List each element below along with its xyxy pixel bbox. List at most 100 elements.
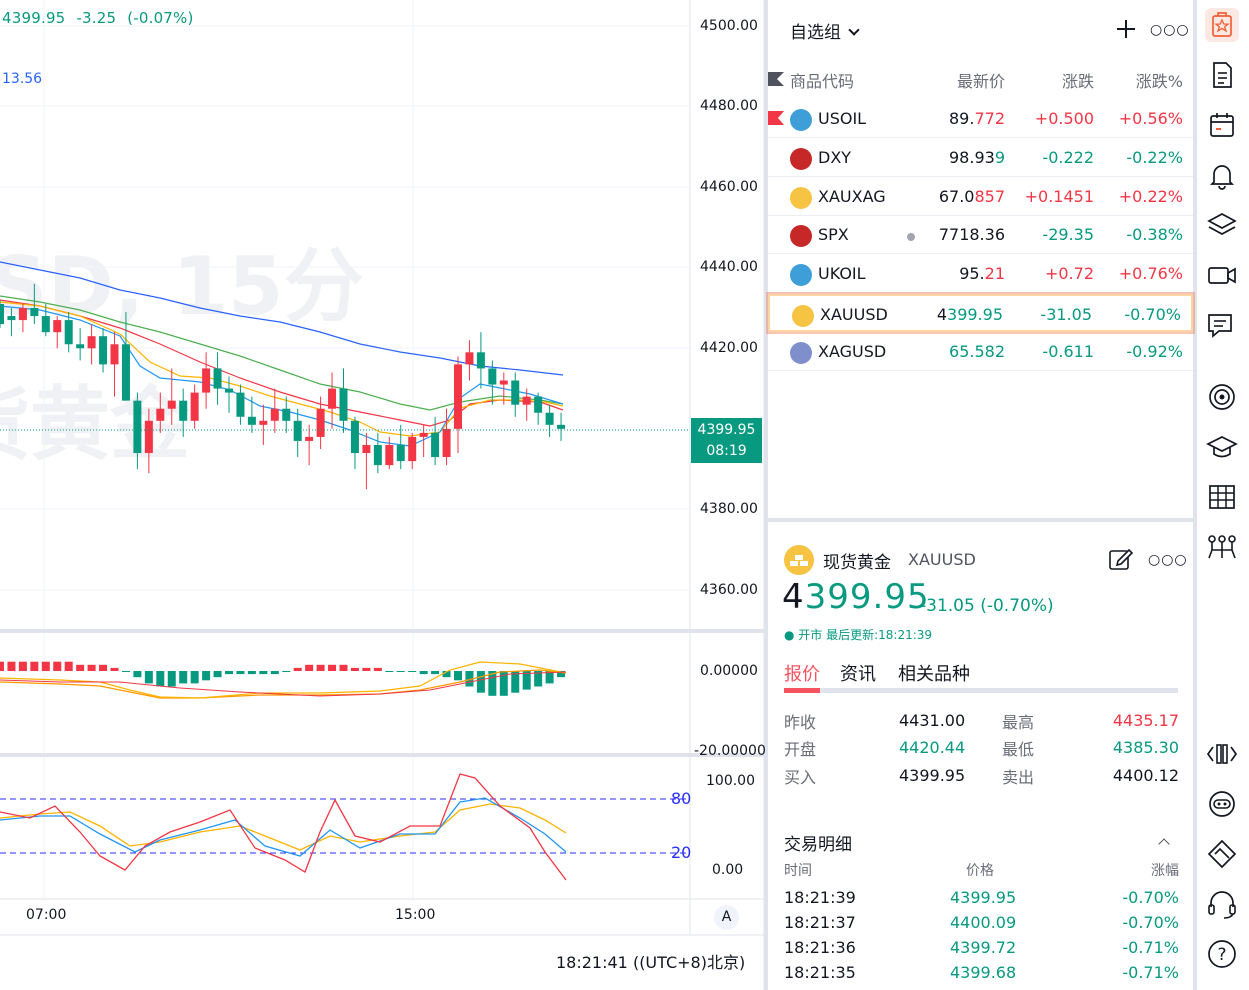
watchlist-icon [1212,12,1232,37]
more-options-icon[interactable]: ○○○ [1150,22,1190,38]
tab-underline [784,688,1178,693]
bell-icon [1209,165,1235,190]
pane-divider-kd[interactable] [0,753,764,757]
watchlist-row[interactable]: SPX 7718.36 -29.35 -0.38% [768,216,1193,255]
stat-label: 最低 [1002,740,1035,759]
candle-body [110,344,119,365]
timezone-clock[interactable]: 18:21:41 ((UTC+8)北京) [556,949,745,973]
tab-quote[interactable]: 报价 [784,660,820,686]
stat-label: 昨收 [784,713,817,732]
candle-body [225,388,233,393]
macd-axis-tick: -20.00000 [694,743,766,759]
ma-lightblue-line [0,305,564,447]
kd-axis-tick: 0.00 [712,862,744,878]
alerts-button[interactable] [1205,158,1239,192]
tab-related[interactable]: 相关品种 [898,660,970,686]
watchlist-row[interactable]: USOIL 89.772 +0.500 +0.56% [768,100,1193,138]
header-price: 4399.95 [2,9,66,27]
kd-axis-tick: 100.00 [706,773,755,789]
trade-time: 18:21:37 [784,913,856,932]
column-change[interactable]: 涨跌 [1062,68,1094,92]
layers-button[interactable] [1205,208,1239,242]
pane-divider-macd[interactable] [0,629,764,633]
candle-body [7,316,16,321]
time-axis-tick: 07:00 [26,907,67,923]
detail-price: 4399.95 [782,577,930,617]
candle-body [18,308,27,321]
detail-more-icon[interactable]: ○○○ [1148,552,1188,568]
watchlist-row[interactable]: XAGUSD 65.582 -0.611 -0.92% [768,333,1193,371]
right-toolbar: ? [1197,0,1249,990]
calendar-button[interactable] [1205,108,1239,142]
support-button[interactable] [1205,887,1239,921]
price-header: 4399.95 -3.25 (-0.07%) [2,9,200,27]
help-button[interactable]: ? [1205,937,1239,971]
ma-value-label: 13.56 [2,71,43,87]
macd-pane [0,661,566,696]
column-change-pct[interactable]: 涨跌% [1136,68,1183,92]
macd-histogram-bar [259,671,268,675]
trades-col-price: 价格 [966,863,994,879]
candle-body [179,400,188,421]
trades-title[interactable]: 交易明细 [784,830,852,855]
candle-body [511,380,520,405]
notes-button[interactable] [1205,58,1239,92]
edit-icon[interactable] [1108,546,1134,572]
candle-body [133,400,142,454]
document-icon [1213,62,1232,88]
candlestick-chart[interactable] [0,0,764,990]
bot-button[interactable] [1205,787,1239,821]
hierarchy-button[interactable] [1205,530,1239,564]
tab-news[interactable]: 资讯 [840,660,876,686]
education-button[interactable] [1205,430,1239,464]
kd-level-20: 20 [671,843,692,862]
watchlist-selector[interactable]: 自选组 [790,18,860,43]
macd-histogram-bar [179,671,188,684]
column-symbol[interactable]: 商品代码 [790,68,854,92]
macd-histogram-bar [133,671,142,678]
expand-panel-button[interactable] [1205,737,1239,771]
chart-pane[interactable]: SD, 15分 货黄金 [0,0,766,990]
row-change: -29.35 [1042,225,1094,245]
kd-blue-line [0,797,567,857]
watchlist-row[interactable]: XAUUSD 4399.95 -31.05 -0.70% [766,292,1195,334]
column-last[interactable]: 最新价 [957,68,1005,92]
watchlist-button[interactable] [1205,8,1239,42]
trade-change: -0.71% [1122,938,1179,957]
row-change: +0.1451 [1024,186,1094,206]
row-symbol: XAGUSD [818,341,887,361]
macd-histogram-bar [167,671,176,687]
auto-scale-button[interactable]: A [714,905,739,930]
watchlist-row[interactable]: UKOIL 95.21 +0.72 +0.76% [768,255,1193,294]
candle-body [316,408,325,437]
row-change-pct: +0.56% [1118,109,1183,128]
row-change: +0.72 [1044,264,1094,284]
row-last: 4399.95 [936,305,1003,324]
row-last: 98.939 [949,147,1005,167]
list-marker-icon[interactable] [768,72,784,86]
chat-button[interactable] [1205,308,1239,342]
header-change: -3.25 [76,9,117,27]
candle-body [373,444,382,466]
row-change-pct: -0.70% [1124,305,1181,324]
add-symbol-button[interactable] [1116,19,1136,39]
layers-icon [1207,213,1237,235]
data-table-button[interactable] [1205,480,1239,514]
flag-icon[interactable] [768,111,784,125]
watchlist-row[interactable]: XAUXAG 67.0857 +0.1451 +0.22% [768,178,1193,216]
row-symbol: SPX [818,225,849,245]
macd-histogram-bar [282,671,291,672]
macd-histogram-bar [431,671,440,675]
candle-body [53,320,62,333]
row-change-pct: -0.22% [1126,147,1183,167]
watchlist-row[interactable]: DXY 98.939 -0.222 -0.22% [768,139,1193,177]
partner-button[interactable] [1205,837,1239,871]
chevron-up-icon[interactable] [1158,838,1170,850]
candle-body [30,308,39,317]
macd-histogram-bar [293,667,302,671]
target-button[interactable] [1205,380,1239,414]
macd-histogram-bar [236,671,245,675]
row-symbol: DXY [818,147,852,167]
macd-histogram-bar [144,671,153,684]
video-button[interactable] [1205,258,1239,292]
